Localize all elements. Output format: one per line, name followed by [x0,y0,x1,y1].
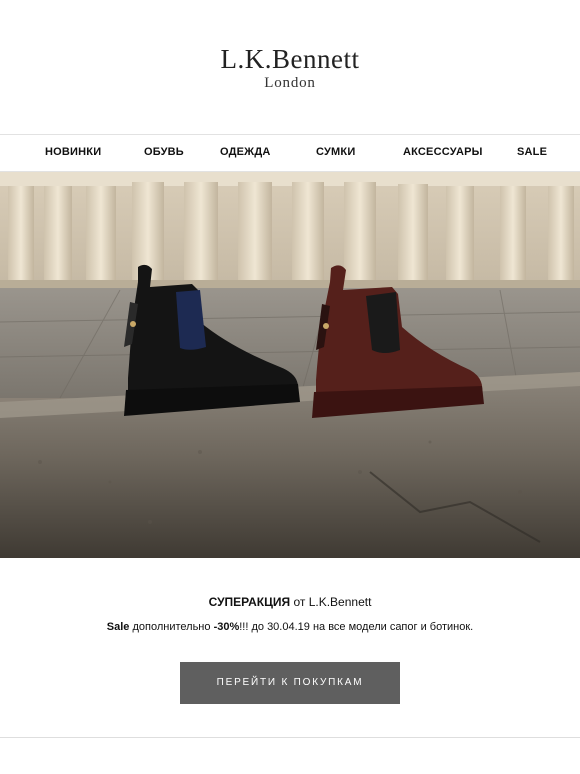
nav-item-shoes[interactable]: ОБУВЬ [144,146,184,158]
shop-now-button[interactable]: ПЕРЕЙТИ К ПОКУПКАМ [180,662,400,704]
brand-name: L.K.Bennett [220,44,360,74]
promo-rest-text: !!! до 30.04.19 на все модели сапог и бо… [239,621,474,633]
promo-details: Sale дополнительно -30%!!! до 30.04.19 н… [0,621,580,633]
nav-item-new[interactable]: НОВИНКИ [45,146,101,158]
promo-title-bold: СУПЕРАКЦИЯ [208,595,291,609]
promo-mid-text: дополнительно [129,621,214,633]
brand-logo[interactable]: L.K.Bennett London [0,44,580,92]
nav-item-bags[interactable]: СУМКИ [316,146,355,158]
brand-tagline: London [264,75,316,91]
nav-item-clothing[interactable]: ОДЕЖДА [220,146,271,158]
main-navigation: НОВИНКИ ОБУВЬ ОДЕЖДА СУМКИ АКСЕССУАРЫ SA… [0,134,580,172]
promo-title-rest: от L.K.Bennett [290,595,372,609]
footer-divider [0,737,580,738]
promo-discount: -30% [213,621,240,633]
nav-item-sale[interactable]: SALE [517,146,547,158]
promo-sale-word: Sale [106,621,130,633]
promo-title: СУПЕРАКЦИЯ от L.K.Bennett [0,595,580,609]
boots-photo-illustration [0,172,580,558]
hero-image[interactable] [0,172,580,558]
nav-item-accessories[interactable]: АКСЕССУАРЫ [403,146,483,158]
